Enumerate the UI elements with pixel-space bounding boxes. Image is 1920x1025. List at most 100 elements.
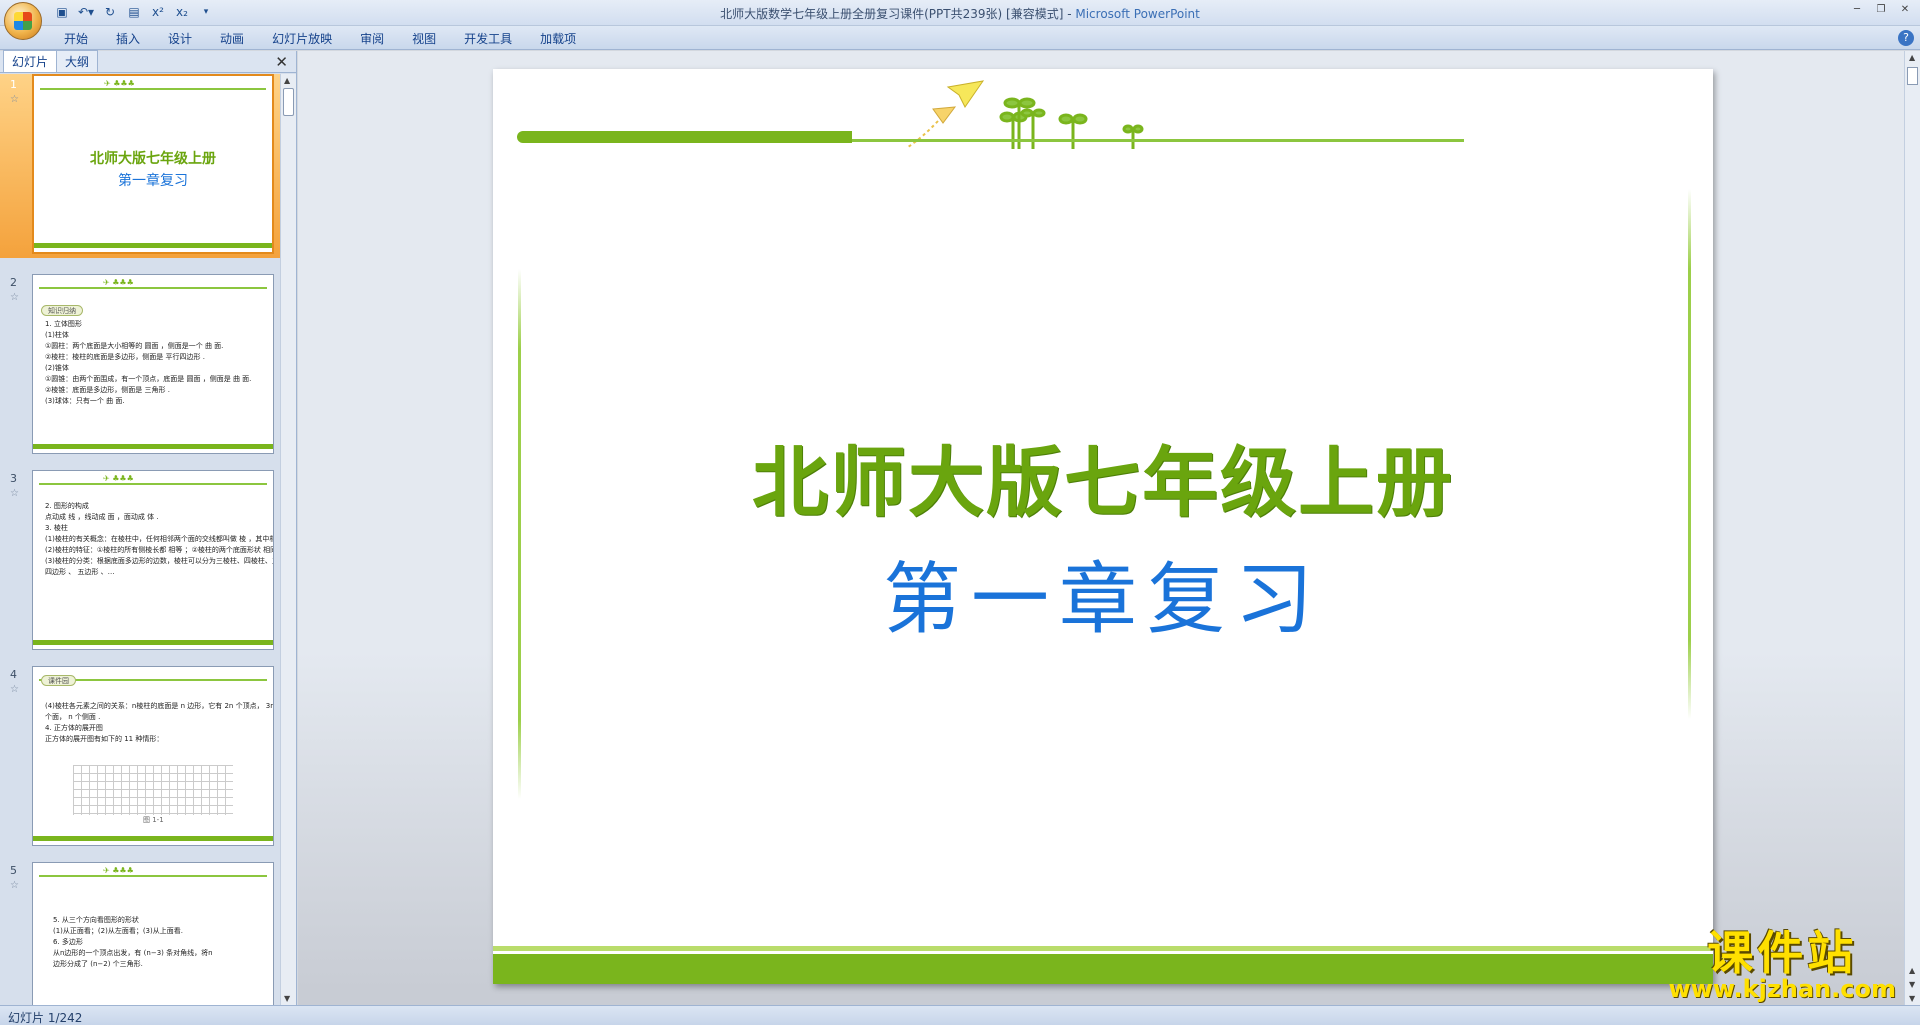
thumb-line: 个面， n 个侧面 .: [45, 713, 101, 721]
thumb-line: (4)棱柱各元素之间的关系：n棱柱的底面是 n 边形，它有 2n 个顶点， 3n…: [45, 702, 274, 710]
thumb-line: ①圆锥：由两个面围成，有一个顶点，底面是 圆面 ，侧面是 曲 面.: [45, 375, 252, 383]
thumb-decor-line: [40, 88, 266, 90]
scroll-up-icon[interactable]: ▲: [284, 76, 290, 85]
sprout-icon: ✈ ♣♣♣: [103, 866, 134, 875]
slide-indicator: 幻灯片 1/242: [8, 1011, 83, 1025]
thumb-line: 正方体的展开图有如下的 11 种情形：: [45, 735, 164, 743]
watermark-title: 课件站: [1707, 926, 1858, 980]
tab-developer[interactable]: 开发工具: [450, 30, 526, 48]
sprout-icon: ✈ ♣♣♣: [103, 474, 134, 483]
thumb-line: (3)棱柱的分类：根据底面多边形的边数，棱柱可以分为三棱柱、四棱柱、五棱柱、…，…: [45, 557, 273, 565]
thumb-text: 2. 图形的构成 点动成 线 ，线动成 面 ，面动成 体 . 3. 棱柱 (1)…: [45, 501, 273, 578]
scroll-thumb[interactable]: [1907, 67, 1918, 85]
thumb-badge: 课件园: [41, 675, 76, 686]
thumb-decor-band: [33, 444, 273, 449]
prev-slide-icon[interactable]: ▲: [1909, 966, 1915, 975]
document-title: 北师大版数学七年级上册全册复习课件(PPT共239张) [兼容模式] -: [720, 7, 1072, 21]
main-slide[interactable]: 北师大版七年级上册 第一章复习: [493, 69, 1713, 984]
minimize-icon[interactable]: ─: [1846, 2, 1868, 16]
slide-thumbnail[interactable]: ✈ ♣♣♣ 知识归纳 1. 立体图形 (1)柱体 ①圆柱：两个底面是大小相等的 …: [32, 274, 274, 454]
animation-star-icon: ☆: [10, 292, 19, 303]
thumb-line: 2. 图形的构成: [45, 502, 89, 510]
tab-addins[interactable]: 加载项: [526, 30, 590, 48]
scroll-thumb[interactable]: [283, 88, 294, 116]
window-title: 北师大版数学七年级上册全册复习课件(PPT共239张) [兼容模式] - Mic…: [0, 5, 1920, 22]
restore-icon[interactable]: ❐: [1870, 2, 1892, 16]
slide-thumbnail[interactable]: ✈ ♣♣♣ 2. 图形的构成 点动成 线 ，线动成 面 ，面动成 体 . 3. …: [32, 470, 274, 650]
pane-tabs: 幻灯片 大纲: [0, 50, 296, 73]
thumb-line: (2)棱柱的特征：①棱柱的所有侧棱长都 相等 ；②棱柱的两个底面形状 相同 ，都…: [45, 546, 273, 554]
slide-subtitle[interactable]: 第一章复习: [493, 537, 1713, 649]
thumb-line: 点动成 线 ，线动成 面 ，面动成 体 .: [45, 513, 159, 521]
thumbnail-list: 1 ☆ ✈ ♣♣♣ 北师大版七年级上册 第一章复习 2 ☆ ✈ ♣♣♣ 知识归纳…: [0, 74, 280, 1005]
main-scrollbar[interactable]: ▲ ▲ ▼ ▼: [1904, 51, 1920, 1005]
thumb-text: 1. 立体图形 (1)柱体 ①圆柱：两个底面是大小相等的 圆面 ，侧面是一个 曲…: [45, 319, 263, 407]
thumb-caption: 图 1-1: [143, 816, 164, 824]
thumb-line: 6. 多边形: [53, 938, 83, 946]
slide-title[interactable]: 北师大版七年级上册: [493, 421, 1713, 531]
thumb-title: 北师大版七年级上册: [90, 151, 216, 167]
thumb-subtitle: 第一章复习: [118, 173, 188, 189]
header-green-bar: [517, 131, 852, 143]
thumb-line: ②棱柱：棱柱的底面是多边形，侧面是 平行四边形 .: [45, 353, 205, 361]
left-decor-line: [518, 269, 521, 799]
slide-number: 3: [10, 472, 17, 485]
net-diagram: [73, 765, 233, 815]
slide-thumbnail[interactable]: 课件园 (4)棱柱各元素之间的关系：n棱柱的底面是 n 边形，它有 2n 个顶点…: [32, 666, 274, 846]
slide-number: 4: [10, 668, 17, 681]
ribbon-tabs: 开始 插入 设计 动画 幻灯片放映 审阅 视图 开发工具 加载项: [50, 30, 590, 48]
window-controls: ─ ❐ ✕: [1846, 2, 1916, 16]
thumb-line: 3. 棱柱: [45, 524, 68, 532]
tab-review[interactable]: 审阅: [346, 30, 398, 48]
thumb-line: ①圆柱：两个底面是大小相等的 圆面 ，侧面是一个 曲 面.: [45, 342, 224, 350]
thumb-text: 5. 从三个方向看图形的形状 (1)从正面看；(2)从左面看；(3)从上面看. …: [53, 915, 263, 970]
pane-scrollbar[interactable]: ▲ ▼: [280, 74, 296, 1005]
status-bar: 幻灯片 1/242: [0, 1005, 1920, 1025]
scroll-down-icon[interactable]: ▼: [284, 994, 290, 1003]
header-green-line: [852, 139, 1464, 142]
tab-outline[interactable]: 大纲: [56, 50, 99, 72]
thumb-line: 1. 立体图形: [45, 320, 82, 328]
thumb-line: ②棱锥：底面是多边形，侧面是 三角形 .: [45, 386, 170, 394]
office-button[interactable]: [4, 2, 42, 40]
slide-number: 2: [10, 276, 17, 289]
animation-star-icon: ☆: [10, 488, 19, 499]
slide-thumbnail[interactable]: ✈ ♣♣♣ 北师大版七年级上册 第一章复习: [32, 74, 274, 254]
thumb-line: (1)棱柱的有关概念：在棱柱中，任何相邻两个面的交线都叫做 棱 ，其中相邻两个侧…: [45, 535, 273, 543]
thumb-decor-band: [33, 836, 273, 841]
thumb-line: 4. 正方体的展开图: [45, 724, 103, 732]
title-bar: ▣ ↶▾ ↻ ▤ x² x₂ ▾ 北师大版数学七年级上册全册复习课件(PPT共2…: [0, 0, 1920, 40]
thumb-line: 5. 从三个方向看图形的形状: [53, 916, 139, 924]
thumb-line: 边形分成了 (n−2) 个三角形.: [53, 960, 143, 968]
watermark-url: www.kjzhan.com: [1668, 975, 1896, 1003]
footer-green-band: [493, 946, 1713, 984]
tab-home[interactable]: 开始: [50, 30, 102, 48]
app-name: Microsoft PowerPoint: [1075, 7, 1200, 21]
thumb-line: (3)球体：只有一个 曲 面.: [45, 397, 125, 405]
scroll-up-icon[interactable]: ▲: [1909, 53, 1915, 62]
thumb-line: 从n边形的一个顶点出发，有 (n−3) 条对角线，将n: [53, 949, 213, 957]
tab-view[interactable]: 视图: [398, 30, 450, 48]
thumb-decor-line: [39, 875, 267, 877]
ribbon: 开始 插入 设计 动画 幻灯片放映 审阅 视图 开发工具 加载项 ?: [0, 26, 1920, 50]
tab-insert[interactable]: 插入: [102, 30, 154, 48]
scroll-down-icon[interactable]: ▼: [1909, 994, 1915, 1003]
animation-star-icon: ☆: [10, 94, 19, 105]
tab-animation[interactable]: 动画: [206, 30, 258, 48]
animation-star-icon: ☆: [10, 684, 19, 695]
thumbnail-row[interactable]: 1 ☆ ✈ ♣♣♣ 北师大版七年级上册 第一章复习: [0, 74, 280, 258]
tab-slideshow[interactable]: 幻灯片放映: [258, 30, 346, 48]
pane-close-icon[interactable]: ✕: [275, 53, 288, 71]
slide-thumbnail[interactable]: ✈ ♣♣♣ 5. 从三个方向看图形的形状 (1)从正面看；(2)从左面看；(3)…: [32, 862, 274, 1005]
slide-number: 5: [10, 864, 17, 877]
thumb-badge: 知识归纳: [41, 305, 83, 316]
thumb-decor-band: [33, 640, 273, 645]
tab-design[interactable]: 设计: [154, 30, 206, 48]
tab-slides[interactable]: 幻灯片: [3, 50, 58, 72]
next-slide-icon[interactable]: ▼: [1909, 980, 1915, 989]
thumb-decor-line: [39, 287, 267, 289]
help-icon[interactable]: ?: [1898, 30, 1914, 46]
thumb-line: (2)锥体: [45, 364, 69, 372]
sprout-icon: ✈ ♣♣♣: [103, 278, 134, 287]
close-icon[interactable]: ✕: [1894, 2, 1916, 16]
